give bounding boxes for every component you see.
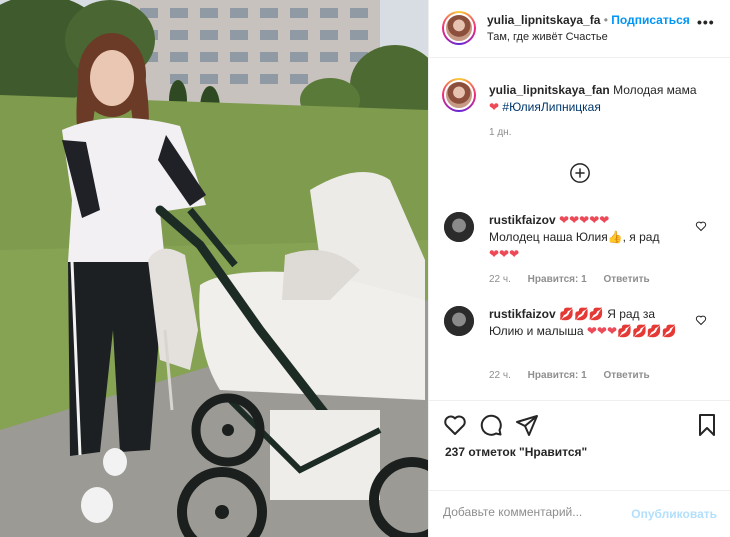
comment-author[interactable]: rustikfaizov: [489, 213, 556, 227]
author-line: yulia_lipnitskaya_fa • Подписаться: [487, 13, 690, 27]
comment-meta: 22 ч. Нравится: 1 Ответить: [489, 370, 664, 381]
author-avatar[interactable]: [442, 11, 476, 45]
plus-circle-icon[interactable]: [569, 162, 591, 184]
publish-button[interactable]: Опубликовать: [631, 507, 717, 521]
comment-time[interactable]: 22 ч.: [489, 370, 511, 381]
caption-time[interactable]: 1 дн.: [489, 127, 511, 138]
comment-emoji-tail: ❤❤❤💋💋💋💋: [586, 324, 677, 338]
comment-text: Молодец наша Юлия👍, я рад: [489, 230, 660, 244]
commenter-avatar[interactable]: [444, 306, 474, 336]
comment-author[interactable]: rustikfaizov: [489, 307, 556, 321]
paper-plane-icon[interactable]: [515, 413, 539, 437]
heart-outline-icon[interactable]: [443, 413, 467, 437]
comment-like-heart-icon[interactable]: [695, 314, 707, 326]
author-username[interactable]: yulia_lipnitskaya_fa: [487, 13, 600, 27]
commenter-avatar[interactable]: [444, 212, 474, 242]
comment-likes[interactable]: Нравится: 1: [528, 370, 587, 381]
comment-reply-button[interactable]: Ответить: [603, 370, 649, 381]
comment-emoji-tail: ❤❤❤: [489, 247, 520, 261]
comment-emoji-line: 💋💋💋: [559, 307, 604, 321]
more-options-button[interactable]: •••: [697, 14, 715, 30]
add-comment-bar: Опубликовать: [429, 490, 730, 537]
comment-input[interactable]: [443, 505, 633, 519]
comment-icon[interactable]: [479, 413, 503, 437]
post-actions: 237 отметок "Нравится": [429, 400, 730, 492]
caption-author[interactable]: yulia_lipnitskaya_fan: [489, 83, 610, 97]
comment-likes[interactable]: Нравится: 1: [528, 274, 587, 285]
comment-body: rustikfaizov ❤❤❤❤❤ Молодец наша Юлия👍, я…: [489, 212, 689, 263]
follow-button[interactable]: Подписаться: [611, 13, 689, 27]
likes-count[interactable]: 237 отметок "Нравится": [445, 445, 587, 459]
comment-reply-button[interactable]: Ответить: [603, 274, 649, 285]
heart-emoji: ❤: [489, 100, 500, 114]
hashtag-link[interactable]: #ЮлияЛипницкая: [502, 100, 600, 114]
comment-body: rustikfaizov 💋💋💋 Я рад за Юлию и малыша …: [489, 306, 689, 340]
post-side-panel: yulia_lipnitskaya_fa • Подписаться Там, …: [428, 0, 730, 537]
comment-meta: 22 ч. Нравится: 1 Ответить: [489, 274, 664, 285]
location-link[interactable]: Там, где живёт Счастье: [487, 31, 608, 43]
comment-like-heart-icon[interactable]: [695, 220, 707, 232]
comment-time[interactable]: 22 ч.: [489, 274, 511, 285]
comment-emoji-line: ❤❤❤❤❤: [559, 213, 610, 227]
caption-text: Молодая мама: [613, 83, 697, 97]
bookmark-icon[interactable]: [695, 413, 719, 437]
caption-author-avatar[interactable]: [442, 78, 476, 112]
post-photo[interactable]: [0, 0, 428, 537]
caption: yulia_lipnitskaya_fan Молодая мама ❤ #Юл…: [489, 82, 714, 116]
post-photo-illustration: [0, 0, 428, 537]
post-header: yulia_lipnitskaya_fa • Подписаться Там, …: [429, 0, 730, 58]
